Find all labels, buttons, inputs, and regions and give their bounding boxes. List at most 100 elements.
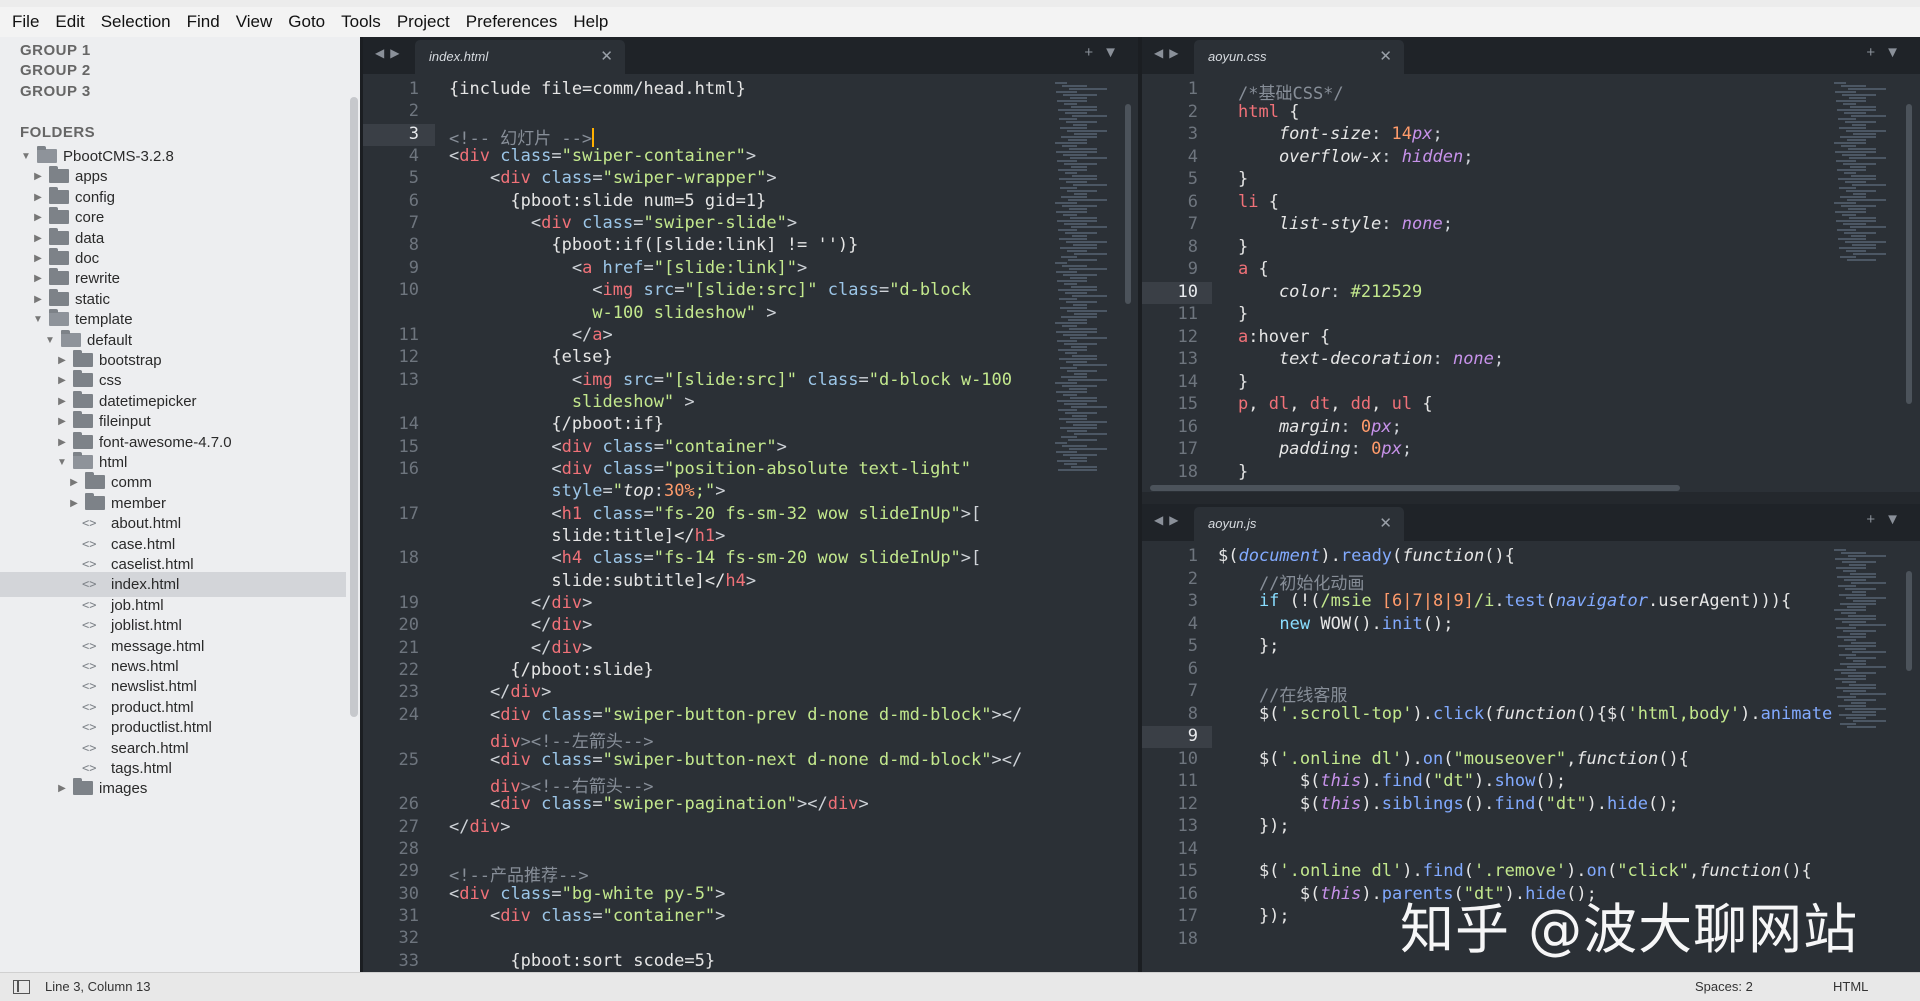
horizontal-scrollbar[interactable]	[1150, 485, 1680, 491]
menu-goto[interactable]: Goto	[280, 7, 333, 37]
code-token: 30%	[664, 481, 695, 502]
code-token: h1	[561, 503, 583, 524]
code-token: (	[1392, 546, 1403, 566]
expand-arrow-icon[interactable]: ▶	[56, 776, 68, 801]
indentation-setting[interactable]: Spaces: 2	[1695, 979, 1753, 994]
code-token: :	[1350, 439, 1361, 459]
menu-selection[interactable]: Selection	[93, 7, 179, 37]
code-token: >[	[960, 503, 982, 524]
sidebar-scrollbar[interactable]	[350, 97, 358, 717]
minimap-line	[1842, 681, 1856, 683]
code-editor[interactable]: 1/*基础CSS*/2 html {3 font-size: 14px; 4 ove…	[1142, 74, 1920, 492]
sidebar-group-1[interactable]: GROUP 1	[20, 42, 91, 59]
code-token: show	[1494, 771, 1536, 791]
minimap-line	[1845, 121, 1876, 123]
minimap-line	[1840, 603, 1876, 605]
code-token: test	[1504, 591, 1546, 611]
minimap[interactable]	[1053, 74, 1113, 972]
code-token: $(	[1218, 883, 1321, 904]
code-token: hide	[1607, 793, 1648, 814]
close-tab-icon[interactable]: ✕	[1379, 507, 1392, 541]
line-number: 20	[398, 615, 419, 636]
minimap-line	[1060, 247, 1097, 249]
minimap-line	[1835, 151, 1876, 153]
code-token: <	[449, 280, 603, 301]
menu-tools[interactable]: Tools	[333, 7, 389, 37]
minimap[interactable]	[1832, 74, 1892, 492]
minimap-line	[1847, 666, 1886, 668]
menu-help[interactable]: Help	[565, 7, 616, 37]
vertical-scrollbar[interactable]	[1906, 104, 1912, 404]
sidebar-group-3[interactable]: GROUP 3	[20, 83, 91, 100]
code-token: });	[1218, 906, 1290, 926]
tree-folder[interactable]: ▶ images	[0, 776, 346, 801]
tab-navigation-arrows-icon[interactable]: ◀▶	[1154, 513, 1184, 527]
editor-tab[interactable]: index.html ✕	[415, 40, 625, 74]
menu-file[interactable]: File	[4, 7, 47, 37]
minimap-line	[1841, 672, 1876, 674]
vertical-scrollbar[interactable]	[1906, 571, 1912, 671]
minimap-line	[1067, 250, 1087, 252]
minimap-line	[1072, 355, 1097, 357]
minimap-line	[1846, 597, 1886, 599]
minimap-line	[1061, 196, 1087, 198]
code-token: </	[449, 637, 552, 658]
minimap-line	[1844, 579, 1866, 581]
code-token: div	[500, 168, 531, 189]
minimap-line	[1847, 259, 1876, 261]
menu-preferences[interactable]: Preferences	[458, 7, 566, 37]
code-token: /msie	[1320, 591, 1382, 611]
code-editor[interactable]: 1 {include file=comm/head.html} 2 3 <!-- 幻灯片…	[363, 74, 1138, 972]
minimap-line	[1058, 169, 1087, 171]
code-token: {pboot:sort scode=5}	[449, 950, 716, 971]
menu-find[interactable]: Find	[179, 7, 228, 37]
code-token: ).	[1412, 703, 1433, 724]
sidebar-group-2[interactable]: GROUP 2	[20, 62, 91, 79]
code-token: "fs-20 fs-sm-32 wow slideInUp"	[653, 503, 961, 524]
code-token: on	[1586, 861, 1608, 881]
new-tab-and-menu-icons[interactable]: +▼	[1866, 511, 1910, 528]
menu-view[interactable]: View	[228, 7, 281, 37]
code-token: slideshow"	[449, 391, 675, 412]
minimap-line	[1063, 334, 1087, 336]
tab-navigation-arrows-icon[interactable]: ◀▶	[375, 46, 405, 60]
vertical-scrollbar[interactable]	[1125, 104, 1131, 304]
line-number: 14	[398, 414, 419, 435]
code-token: >	[776, 436, 787, 457]
minimap-line	[1066, 421, 1107, 423]
tab-label: aoyun.js	[1208, 516, 1257, 531]
code-token: ();	[1535, 771, 1567, 791]
minimap-line	[1836, 100, 1866, 102]
new-tab-and-menu-icons[interactable]: +▼	[1866, 44, 1910, 61]
minimap-line	[1846, 190, 1876, 192]
syntax-selector[interactable]: HTML	[1833, 979, 1868, 994]
line-number: 13	[398, 369, 419, 390]
pane-divider-horizontal[interactable]	[1142, 492, 1920, 504]
code-token: $(	[1218, 861, 1280, 881]
close-tab-icon[interactable]: ✕	[600, 40, 613, 74]
tab-bar: ◀▶ aoyun.css ✕ +▼	[1142, 37, 1920, 74]
minimap-line	[1063, 454, 1097, 456]
line-number: 19	[398, 593, 419, 614]
code-token: ;	[1391, 416, 1402, 437]
code-token: ;	[1401, 439, 1413, 459]
line-number: 6	[1187, 191, 1198, 212]
code-line: if (!(/msie [6|7|8|9]/i.test(navigator.u…	[1218, 591, 1791, 611]
code-token: ).	[1566, 861, 1587, 881]
code-token: new	[1218, 613, 1321, 634]
close-tab-icon[interactable]: ✕	[1379, 40, 1392, 74]
minimap-line	[1844, 112, 1866, 114]
tab-navigation-arrows-icon[interactable]: ◀▶	[1154, 46, 1184, 60]
code-token: color	[1238, 281, 1331, 302]
code-line: html {	[1238, 102, 1299, 122]
new-tab-and-menu-icons[interactable]: +▼	[1084, 44, 1128, 61]
line-number: 10	[1177, 281, 1198, 302]
code-token: ;"	[694, 481, 716, 502]
menu-project[interactable]: Project	[389, 7, 458, 37]
sidebar-toggle-icon[interactable]	[13, 980, 30, 994]
minimap-line	[1065, 412, 1097, 414]
code-line: list-style: none;	[1238, 214, 1453, 234]
editor-tab[interactable]: aoyun.js ✕	[1194, 507, 1404, 541]
editor-tab[interactable]: aoyun.css ✕	[1194, 40, 1404, 74]
menu-edit[interactable]: Edit	[47, 7, 92, 37]
